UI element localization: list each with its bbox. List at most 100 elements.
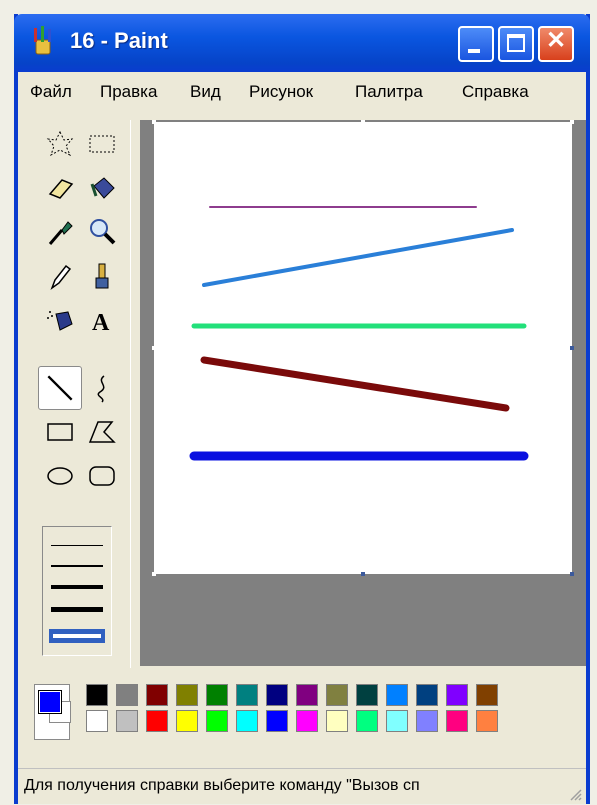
color-swatch[interactable] — [266, 710, 288, 732]
line-width-4[interactable] — [51, 607, 103, 612]
paint-bucket-icon — [90, 177, 115, 199]
ellipse-tool[interactable] — [42, 458, 78, 494]
color-swatch[interactable] — [116, 684, 138, 706]
color-swatch[interactable] — [146, 710, 168, 732]
color-swatch[interactable] — [446, 710, 468, 732]
close-button[interactable]: ✕ — [538, 26, 574, 62]
foreground-color — [39, 691, 61, 713]
airbrush-icon — [47, 311, 73, 331]
title-bar[interactable]: 16 - Paint ✕ — [14, 14, 590, 72]
resize-handle — [152, 572, 156, 576]
canvas-drawing — [189, 206, 529, 461]
resize-handle[interactable] — [361, 572, 365, 576]
color-swatch[interactable] — [206, 684, 228, 706]
magnifier-icon — [90, 219, 116, 245]
resize-handle — [152, 120, 156, 124]
ellipse-icon — [47, 467, 73, 485]
color-swatch[interactable] — [416, 710, 438, 732]
color-swatch[interactable] — [446, 684, 468, 706]
select-tool[interactable] — [84, 126, 120, 162]
eraser-icon — [48, 179, 74, 199]
canvas-area — [140, 120, 586, 666]
free-form-select-icon — [46, 130, 74, 157]
color-swatch[interactable] — [86, 684, 108, 706]
color-swatch[interactable] — [386, 684, 408, 706]
color-swatch[interactable] — [356, 684, 378, 706]
status-text: Для получения справки выберите команду "… — [24, 777, 420, 794]
pencil-tool[interactable] — [42, 258, 78, 294]
color-swatch[interactable] — [266, 684, 288, 706]
airbrush-tool[interactable] — [42, 302, 78, 338]
line-width-2[interactable] — [51, 565, 103, 567]
menu-file[interactable]: Файл — [30, 82, 72, 102]
line-width-1[interactable] — [51, 545, 103, 546]
resize-handle[interactable] — [570, 572, 574, 576]
polygon-icon — [88, 421, 116, 443]
resize-handle — [361, 120, 365, 124]
color-swatch[interactable] — [476, 710, 498, 732]
color-palette — [18, 676, 586, 748]
brush-tool[interactable] — [84, 258, 120, 294]
menu-colors[interactable]: Палитра — [355, 82, 423, 102]
free-form-select-tool[interactable] — [42, 126, 78, 162]
dark-red-line — [200, 356, 510, 412]
color-swatch[interactable] — [86, 710, 108, 732]
rounded-rectangle-tool[interactable] — [84, 458, 120, 494]
fill-tool[interactable] — [84, 170, 120, 206]
color-swatch[interactable] — [146, 684, 168, 706]
color-swatch[interactable] — [326, 684, 348, 706]
color-swatch[interactable] — [116, 710, 138, 732]
line-tool[interactable] — [38, 366, 82, 410]
line-icon — [47, 375, 73, 401]
toolbox: A — [34, 120, 131, 668]
paint-window: 16 - Paint ✕ Файл Правка Вид Рисунок Пал… — [14, 14, 590, 804]
brush-icon — [95, 263, 109, 289]
resize-handle — [570, 120, 574, 124]
pick-color-tool[interactable] — [42, 214, 78, 250]
pencil-icon — [50, 264, 72, 291]
menu-image[interactable]: Рисунок — [249, 82, 313, 102]
color-swatch[interactable] — [176, 710, 198, 732]
resize-grip-icon[interactable] — [568, 787, 582, 801]
polygon-tool[interactable] — [84, 414, 120, 450]
rectangle-icon — [47, 423, 73, 441]
magnifier-tool[interactable] — [84, 214, 120, 250]
curve-tool[interactable] — [84, 370, 120, 406]
resize-handle[interactable] — [570, 346, 574, 350]
line-width-5-selected[interactable] — [49, 629, 105, 643]
menu-bar: Файл Правка Вид Рисунок Палитра Справка — [18, 72, 586, 112]
drawing-canvas[interactable] — [154, 122, 572, 574]
eyedropper-icon — [48, 221, 73, 245]
color-swatch[interactable] — [476, 684, 498, 706]
color-swatch[interactable] — [356, 710, 378, 732]
menu-help[interactable]: Справка — [462, 82, 529, 102]
curve-icon — [97, 375, 105, 403]
rectangle-tool[interactable] — [42, 414, 78, 450]
rounded-rectangle-icon — [89, 466, 115, 486]
rectangle-select-icon — [89, 135, 115, 153]
current-colors[interactable] — [34, 684, 71, 740]
menu-view[interactable]: Вид — [190, 82, 221, 102]
color-swatch[interactable] — [296, 710, 318, 732]
minimize-button[interactable] — [458, 26, 494, 62]
color-swatch[interactable] — [296, 684, 318, 706]
maximize-button[interactable] — [498, 26, 534, 62]
menu-edit[interactable]: Правка — [100, 82, 157, 102]
color-swatch[interactable] — [326, 710, 348, 732]
text-tool[interactable]: A — [84, 302, 120, 338]
text-tool-glyph: A — [92, 310, 110, 336]
eraser-tool[interactable] — [42, 170, 78, 206]
color-swatch[interactable] — [236, 684, 258, 706]
window-title: 16 - Paint — [70, 28, 168, 53]
color-swatch[interactable] — [206, 710, 228, 732]
color-swatch[interactable] — [386, 710, 408, 732]
line-width-options — [42, 526, 112, 656]
line-width-3[interactable] — [51, 585, 103, 589]
blue-diagonal-line — [202, 228, 514, 287]
color-swatch[interactable] — [236, 710, 258, 732]
paint-app-icon — [34, 26, 51, 55]
color-swatch[interactable] — [416, 684, 438, 706]
color-swatch[interactable] — [176, 684, 198, 706]
text-icon: A — [92, 310, 110, 336]
resize-handle — [152, 346, 156, 350]
